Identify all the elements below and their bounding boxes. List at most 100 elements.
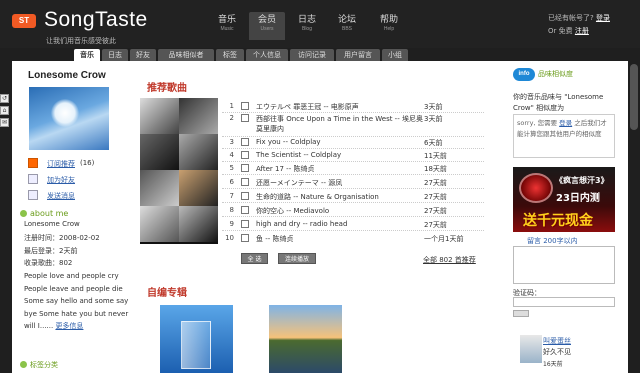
tab-tags[interactable]: 标签 xyxy=(216,49,244,61)
tab-blog[interactable]: 日志 xyxy=(102,49,128,61)
song-checkbox[interactable] xyxy=(241,102,249,110)
nav-bbs[interactable]: 论坛 BBS xyxy=(329,14,365,40)
nav-sublabel: BBS xyxy=(341,26,352,32)
visitor-avatar[interactable] xyxy=(520,335,542,363)
nav-users[interactable]: 会员 Users xyxy=(249,12,285,40)
account-prompt-text: 已经有帐号了? xyxy=(548,14,594,22)
tab-messages[interactable]: 用户留言 xyxy=(336,49,380,61)
game-logo-icon xyxy=(519,173,553,203)
tab-profile-info[interactable]: 个人信息 xyxy=(246,49,288,61)
all-songs-link[interactable]: 全部 802 首推荐 xyxy=(423,255,476,265)
taste-box-text: sorry, 您需要 xyxy=(517,119,558,127)
song-number: 2 xyxy=(229,114,234,122)
tab-visit-log[interactable]: 访问记录 xyxy=(290,49,334,61)
logo-badge[interactable]: ST xyxy=(12,14,36,28)
about-name: Lonesome Crow xyxy=(24,220,80,228)
song-row[interactable]: 3 Fix you -- Coldplay 6天前 xyxy=(222,137,484,149)
game-ad-banner[interactable]: 《疯言想汗3》 23日内测 送千元现金 xyxy=(513,167,615,232)
send-message-link[interactable]: 发送消息 xyxy=(47,191,75,201)
song-title[interactable]: エウテルペ 罪恶王冠 -- 电影原声 xyxy=(256,102,420,112)
song-number: 7 xyxy=(229,192,234,200)
song-time: 18天前 xyxy=(424,165,447,173)
song-row[interactable]: 7 生命的道路 -- Nature & Organisation 27天前 xyxy=(222,191,484,203)
song-title[interactable]: 生命的道路 -- Nature & Organisation xyxy=(256,192,420,202)
song-row[interactable]: 1 エウテルペ 罪恶王冠 -- 电影原声 3天前 xyxy=(222,101,484,113)
nav-help[interactable]: 帮助 Help xyxy=(371,14,407,40)
photo-tile xyxy=(179,134,218,170)
song-title[interactable]: The Scientist -- Coldplay xyxy=(256,151,420,159)
album-cover[interactable] xyxy=(269,305,342,373)
tab-music[interactable]: 音乐 xyxy=(74,49,100,61)
scrollbar-thumb[interactable] xyxy=(630,64,638,130)
song-row[interactable]: 8 你的空心 -- Mediavolo 27天前 xyxy=(222,205,484,217)
account-prompt: 已经有帐号了? 登录 xyxy=(548,13,610,23)
nav-label: 帮助 xyxy=(379,15,398,25)
play-continuous-button[interactable]: 连续播放 xyxy=(278,253,316,264)
site-tagline: 让我们用音乐感受彼此 xyxy=(46,37,116,45)
mail-icon[interactable]: ✉ xyxy=(0,118,9,127)
nav-blog[interactable]: 日志 Blog xyxy=(289,14,325,40)
recommended-photo-collage xyxy=(140,98,218,244)
song-time: 3天前 xyxy=(424,103,443,111)
visitor-status: 好久不见 xyxy=(543,348,571,356)
about-title: about me xyxy=(30,209,69,218)
song-checkbox[interactable] xyxy=(241,151,249,159)
song-checkbox[interactable] xyxy=(241,114,249,122)
nav-label: 日志 xyxy=(297,15,316,25)
song-title[interactable]: After 17 -- 陈绮贞 xyxy=(256,164,420,174)
song-checkbox[interactable] xyxy=(241,220,249,228)
visitor-time: 16天前 xyxy=(543,361,563,368)
song-title[interactable]: 还愿ーメインテーマ -- 源凤 xyxy=(256,178,420,188)
refresh-icon[interactable]: ↺ xyxy=(0,94,9,103)
song-row[interactable]: 9 high and dry -- radio head 27天前 xyxy=(222,219,484,231)
subscribe-link[interactable]: 订阅推荐 xyxy=(47,159,75,169)
song-checkbox[interactable] xyxy=(241,206,249,214)
select-all-button[interactable]: 全 选 xyxy=(241,253,268,264)
nav-music[interactable]: 音乐 Music xyxy=(209,14,245,40)
song-title[interactable]: 你的空心 -- Mediavolo xyxy=(256,206,420,216)
visitor-name[interactable]: 叫爱蛋丝 xyxy=(543,336,571,346)
taste-description: 你的音乐品味与 "Lonesome Crow" 相似度为 xyxy=(513,93,604,112)
song-row[interactable]: 2 西部往事 Once Upon a Time in the West -- 埃… xyxy=(222,113,484,137)
taste-login-link[interactable]: 登录 xyxy=(559,119,572,127)
song-number: 10 xyxy=(225,234,234,242)
song-title[interactable]: Fix you -- Coldplay xyxy=(256,138,420,146)
song-checkbox[interactable] xyxy=(241,178,249,186)
song-number: 4 xyxy=(229,151,234,159)
song-checkbox[interactable] xyxy=(241,164,249,172)
song-number: 5 xyxy=(229,164,234,172)
register-link[interactable]: 注册 xyxy=(575,27,589,35)
last-login: 最后登录：2天前 xyxy=(24,247,78,255)
home-icon[interactable]: ⌂ xyxy=(0,106,9,115)
message-textarea[interactable] xyxy=(513,246,615,284)
song-row[interactable]: 10 鱼 -- 陈绮贞 一个月1天前 xyxy=(222,233,484,245)
ad-title: 《疯言想汗3》 xyxy=(555,176,609,185)
song-title[interactable]: 鱼 -- 陈绮贞 xyxy=(256,234,420,244)
song-row[interactable]: 5 After 17 -- 陈绮贞 18天前 xyxy=(222,163,484,175)
about-bullet-icon xyxy=(20,210,27,217)
song-checkbox[interactable] xyxy=(241,192,249,200)
song-row[interactable]: 6 还愿ーメインテーマ -- 源凤 27天前 xyxy=(222,177,484,189)
song-checkbox[interactable] xyxy=(241,138,249,146)
message-label: 留言 200字以内 xyxy=(527,237,578,245)
tab-similar-taste[interactable]: 品味相似者 xyxy=(158,49,214,61)
tab-groups[interactable]: 小组 xyxy=(382,49,408,61)
song-title[interactable]: 西部往事 Once Upon a Time in the West -- 埃尼奥… xyxy=(256,114,426,136)
submit-button[interactable] xyxy=(513,310,529,317)
add-friend-link[interactable]: 加为好友 xyxy=(47,175,75,185)
song-number: 6 xyxy=(229,178,234,186)
album-cover[interactable] xyxy=(160,305,233,373)
login-link[interactable]: 登录 xyxy=(596,14,610,22)
song-title[interactable]: high and dry -- radio head xyxy=(256,220,420,228)
site-logo[interactable]: SongTaste xyxy=(44,8,148,32)
tab-friends[interactable]: 好友 xyxy=(130,49,156,61)
tag-category-title[interactable]: 标签分类 xyxy=(30,360,58,370)
site-header: ST SongTaste 让我们用音乐感受彼此 音乐 Music 会员 User… xyxy=(0,0,640,48)
song-row[interactable]: 4 The Scientist -- Coldplay 11天前 xyxy=(222,150,484,162)
taste-title: 品味相似度 xyxy=(538,70,573,78)
recommended-title: 推荐歌曲 xyxy=(147,83,187,94)
song-checkbox[interactable] xyxy=(241,234,249,242)
glass-image xyxy=(181,321,211,369)
verify-code-input[interactable] xyxy=(513,297,615,307)
more-info-link[interactable]: 更多信息 xyxy=(55,322,83,330)
